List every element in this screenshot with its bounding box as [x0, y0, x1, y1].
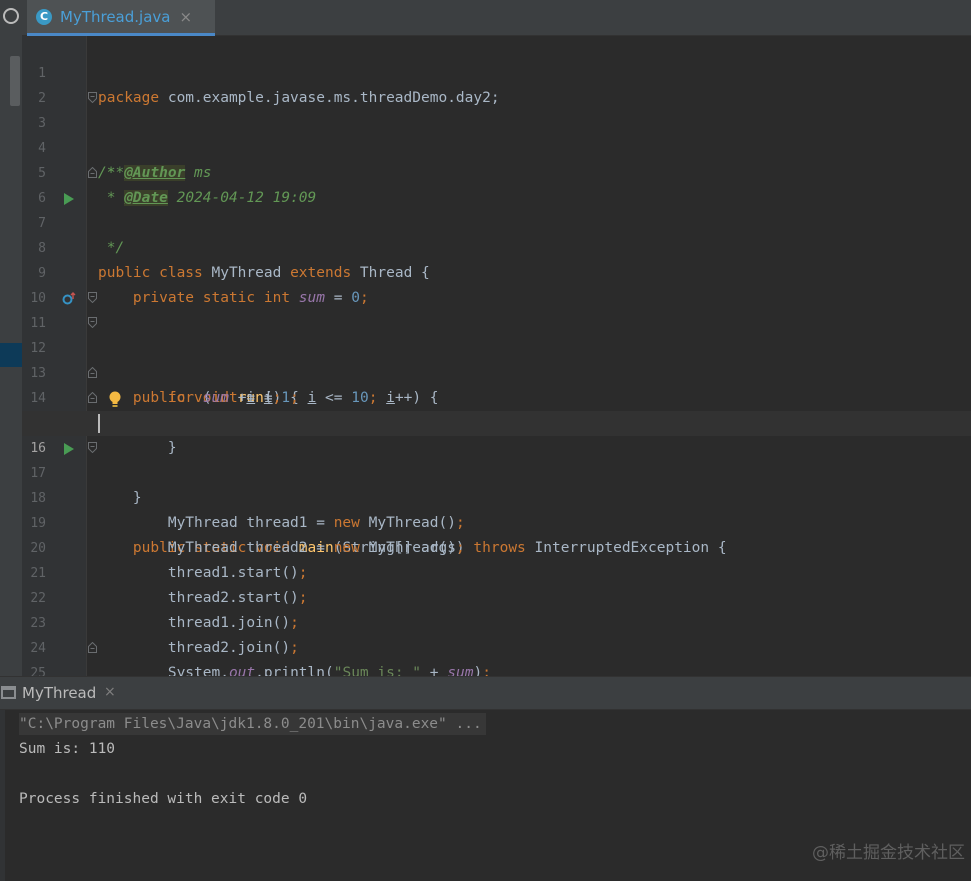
code-line: 19 MyThread thread2 = new MyThread(); — [22, 486, 971, 556]
code-line: 6 */ — [22, 161, 971, 256]
code-line: 2 — [22, 61, 971, 106]
code-line: 25 } — [22, 636, 971, 676]
code-line: 5 * @Date 2024-04-12 19:09 — [22, 136, 971, 206]
override-method-icon[interactable] — [61, 286, 77, 311]
run-arrow-icon[interactable] — [61, 186, 77, 211]
fold-marker-icon[interactable] — [88, 167, 97, 178]
tab-mythread-java[interactable]: C MyThread.java × — [27, 0, 215, 36]
code-line: 8 — [22, 211, 971, 256]
scroll-handle[interactable] — [10, 56, 20, 106]
fold-marker-icon[interactable] — [88, 292, 97, 303]
code-line: 4 * @Author ms — [22, 111, 971, 181]
code-line: 10 — [22, 261, 971, 306]
run-panel-header: MyThread × — [0, 676, 971, 710]
run-window-icon — [1, 686, 16, 699]
code-line: 13 sum += i; — [22, 336, 971, 406]
console-output: Sum is: 110 — [19, 741, 116, 757]
code-line: 15 } — [22, 386, 971, 506]
active-tool-marker — [0, 343, 22, 367]
run-tab-title[interactable]: MyThread — [22, 684, 96, 702]
watermark: @稀土掘金技术社区 — [812, 843, 965, 863]
fold-marker-icon[interactable] — [88, 367, 97, 378]
left-tool-strip — [0, 0, 23, 676]
console-command-line[interactable]: "C:\Program Files\Java\jdk1.8.0_201\bin\… — [19, 713, 486, 735]
code-line: 23 thread2.join(); — [22, 586, 971, 656]
code-line: 9 private static int sum = 0; — [22, 236, 971, 306]
tab-label: MyThread.java — [60, 7, 171, 26]
structure-icon[interactable] — [3, 8, 19, 24]
fold-marker-icon[interactable] — [88, 642, 97, 653]
java-class-file-icon: C — [36, 8, 52, 25]
code-lines: 1 package com.example.javase.ms.threadDe… — [22, 36, 971, 676]
code-line: 26 } — [22, 661, 971, 676]
lightbulb-icon[interactable] — [108, 391, 122, 408]
code-line: 1 package com.example.javase.ms.threadDe… — [22, 36, 971, 106]
code-editor[interactable]: 1 package com.example.javase.ms.threadDe… — [22, 36, 971, 676]
code-line: 11 public void run() { — [22, 286, 971, 406]
code-line-current: 16 — [22, 411, 971, 456]
fold-marker-icon[interactable] — [88, 92, 97, 103]
editor-tab-bar: C MyThread.java × — [22, 0, 971, 36]
code-line: 20 thread1.start(); — [22, 511, 971, 581]
close-icon[interactable]: × — [179, 8, 192, 26]
code-line: 18 MyThread thread1 = new MyThread(); — [22, 461, 971, 531]
code-line: 3 /** — [22, 86, 971, 181]
fold-marker-icon[interactable] — [88, 317, 97, 328]
code-line: 22 thread1.join(); — [22, 561, 971, 631]
code-line: 24 System.out.println("Sum is: " + sum); — [22, 611, 971, 676]
text-caret — [98, 414, 100, 433]
code-line: 21 thread2.start(); — [22, 536, 971, 606]
run-arrow-icon[interactable] — [61, 436, 77, 461]
fold-marker-icon[interactable] — [88, 392, 97, 403]
fold-marker-icon[interactable] — [88, 442, 97, 453]
console-exit-message: Process finished with exit code 0 — [19, 791, 308, 807]
close-icon[interactable]: × — [104, 684, 116, 700]
code-line: 14 } — [22, 361, 971, 456]
code-line: 17 public static void main(String[] args… — [22, 436, 971, 556]
code-line: 12 for (int i = 1; i <= 10; i++) { — [22, 311, 971, 406]
code-line: 7 public class MyThread extends Thread { — [22, 186, 971, 281]
